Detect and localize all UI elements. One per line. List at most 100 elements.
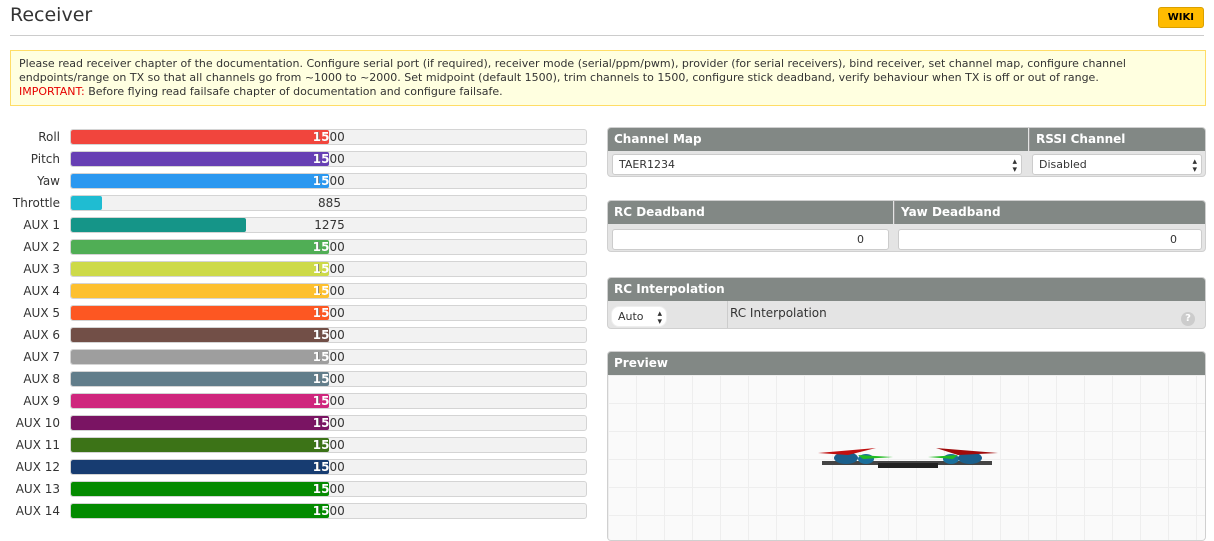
channel-row: AUX 1 1275 1275 (0, 217, 590, 233)
note-text: Please read receiver chapter of the docu… (19, 57, 1126, 84)
deadband-panel: RC Deadband Yaw Deadband 0 0 (607, 200, 1206, 252)
channel-label: AUX 6 (23, 328, 60, 342)
channel-value-overlay: 1500 (71, 416, 329, 430)
preview-panel: Preview (607, 351, 1206, 541)
channel-label: Yaw (37, 174, 60, 188)
channel-value-highlight: 1500 (312, 284, 329, 298)
interpolation-description: RC Interpolation (730, 306, 827, 320)
channel-value-overlay: 1500 (71, 284, 329, 298)
channel-label: Throttle (12, 196, 60, 210)
channel-label: AUX 12 (15, 460, 60, 474)
channel-value-highlight: 1500 (312, 460, 329, 474)
channel-value-highlight: 1500 (312, 482, 329, 496)
channel-meter: 1500 1500 (70, 503, 587, 519)
rc-deadband-input[interactable]: 0 (612, 229, 889, 250)
channel-row: Throttle 885 885 (0, 195, 590, 211)
channel-value-highlight: 1500 (312, 328, 329, 342)
channel-map-select[interactable]: TAER1234 ▴ ▾ (612, 154, 1022, 175)
interpolation-header: RC Interpolation (608, 278, 1205, 301)
rssi-value: Disabled (1039, 158, 1087, 171)
channel-label: AUX 10 (15, 416, 60, 430)
channel-row: AUX 12 1500 1500 (0, 459, 590, 475)
channel-label: AUX 4 (23, 284, 60, 298)
channel-meter: 1500 1500 (70, 459, 587, 475)
channel-value-overlay: 1500 (71, 460, 329, 474)
channel-row: AUX 7 1500 1500 (0, 349, 590, 365)
rssi-header: RSSI Channel (1029, 128, 1205, 151)
channel-meter: 1275 1275 (70, 217, 587, 233)
channel-label: AUX 5 (23, 306, 60, 320)
channel-value-overlay: 1500 (71, 328, 329, 342)
channel-meter: 1500 1500 (70, 393, 587, 409)
channel-label: AUX 3 (23, 262, 60, 276)
channel-value-highlight: 1500 (312, 438, 329, 452)
channel-value-overlay: 1500 (71, 372, 329, 386)
channel-row: AUX 9 1500 1500 (0, 393, 590, 409)
rc-deadband-header: RC Deadband (608, 201, 893, 224)
channel-value-overlay: 1500 (71, 306, 329, 320)
channel-meter: 1500 1500 (70, 481, 587, 497)
channel-value-overlay: 1500 (71, 240, 329, 254)
interpolation-select[interactable]: Auto ▴ ▾ (611, 306, 667, 327)
interpolation-value: Auto (618, 310, 644, 323)
divider (727, 301, 728, 328)
wiki-button[interactable]: WIKI (1157, 7, 1204, 28)
channel-row: AUX 13 1500 1500 (0, 481, 590, 497)
channel-label: AUX 7 (23, 350, 60, 364)
channel-row: AUX 6 1500 1500 (0, 327, 590, 343)
channel-value-highlight: 1500 (312, 174, 329, 188)
channel-row: AUX 8 1500 1500 (0, 371, 590, 387)
channel-row: AUX 11 1500 1500 (0, 437, 590, 453)
channel-label: AUX 8 (23, 372, 60, 386)
channel-value-highlight: 1500 (312, 240, 329, 254)
channel-meter: 1500 1500 (70, 305, 587, 321)
channel-value-highlight: 885 (71, 196, 102, 210)
important-text: Before flying read failsafe chapter of d… (84, 85, 503, 98)
channel-meter: 1500 1500 (70, 173, 587, 189)
select-arrows-icon: ▴ ▾ (657, 309, 662, 327)
channel-value-highlight: 1500 (312, 350, 329, 364)
channel-meter: 1500 1500 (70, 327, 587, 343)
channel-meter: 1500 1500 (70, 129, 587, 145)
channel-value-highlight: 1275 (71, 218, 246, 232)
channel-value: 885 (318, 196, 341, 210)
channel-value-highlight: 1500 (312, 152, 329, 166)
help-icon[interactable]: ? (1181, 312, 1195, 326)
channel-value-highlight: 1500 (312, 394, 329, 408)
channel-value-highlight: 1500 (312, 262, 329, 276)
select-arrows-icon: ▴ ▾ (1012, 157, 1017, 175)
channel-label: AUX 14 (15, 504, 60, 518)
info-note: Please read receiver chapter of the docu… (10, 50, 1206, 106)
channel-value-highlight: 1500 (312, 306, 329, 320)
preview-canvas (608, 375, 1205, 540)
yaw-deadband-header: Yaw Deadband (894, 201, 1205, 224)
channel-label: AUX 11 (15, 438, 60, 452)
channel-meter: 1500 1500 (70, 349, 587, 365)
channel-value-overlay: 1275 (71, 218, 246, 232)
channel-value-overlay: 1500 (71, 394, 329, 408)
channel-value-highlight: 1500 (312, 504, 329, 518)
channel-meter: 1500 1500 (70, 437, 587, 453)
yaw-deadband-input[interactable]: 0 (898, 229, 1202, 250)
channel-value-overlay: 1500 (71, 438, 329, 452)
channel-meter: 1500 1500 (70, 151, 587, 167)
channel-value-overlay: 1500 (71, 130, 329, 144)
channel-value-overlay: 1500 (71, 504, 329, 518)
channel-row: AUX 10 1500 1500 (0, 415, 590, 431)
channel-meter: 885 885 (70, 195, 587, 211)
quad-model-icon (818, 448, 998, 468)
channel-map-value: TAER1234 (619, 158, 675, 171)
channel-value-highlight: 1500 (312, 416, 329, 430)
channel-value-overlay: 1500 (71, 482, 329, 496)
rssi-select[interactable]: Disabled ▴ ▾ (1032, 154, 1202, 175)
channel-meter: 1500 1500 (70, 415, 587, 431)
divider (10, 35, 1204, 36)
channel-value-overlay: 885 (71, 196, 102, 210)
channel-row: AUX 14 1500 1500 (0, 503, 590, 519)
channel-value-overlay: 1500 (71, 174, 329, 188)
channel-label: AUX 13 (15, 482, 60, 496)
channel-row: Pitch 1500 1500 (0, 151, 590, 167)
channel-meter: 1500 1500 (70, 371, 587, 387)
channel-meter: 1500 1500 (70, 283, 587, 299)
channel-value-overlay: 1500 (71, 262, 329, 276)
